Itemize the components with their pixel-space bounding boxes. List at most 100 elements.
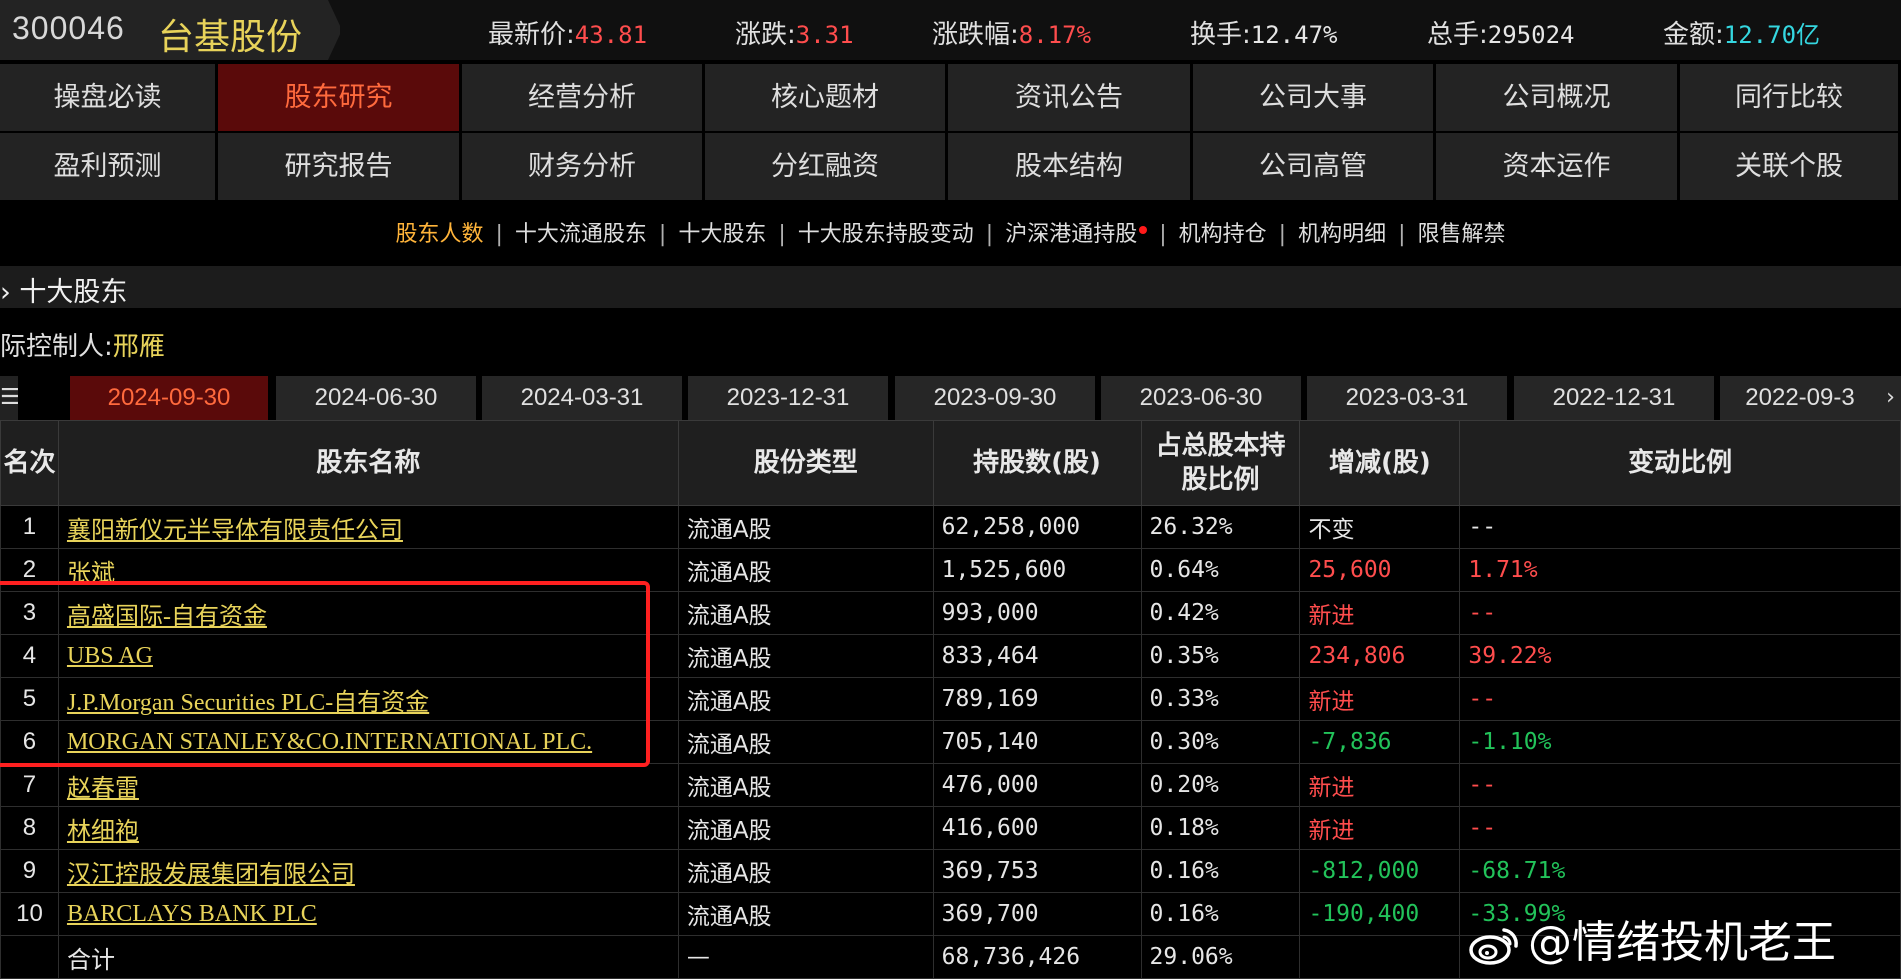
separator: | [985, 222, 994, 247]
separator: | [778, 222, 786, 247]
nav-button[interactable]: 核心题材 [705, 64, 948, 131]
quote-item: 金额:12.70亿 [1663, 14, 1820, 51]
quote-item: 总手:295024 [1427, 14, 1574, 51]
subnav-item[interactable]: 限售解禁 [1418, 222, 1506, 247]
cell-name[interactable]: 赵春雷 [57, 763, 679, 807]
subnav-item[interactable]: 十大流通股东 [515, 222, 647, 247]
quote-label: 涨跌: [735, 20, 796, 50]
quote-item: 涨跌:3.31 [735, 14, 854, 51]
quote-item: 最新价:43.81 [488, 14, 647, 51]
cell-name[interactable]: MORGAN STANLEY&CO.INTERNATIONAL PLC. [57, 720, 679, 764]
subnav-item[interactable]: 沪深港通持股 [1005, 222, 1137, 247]
cell-pct: 0.64% [1140, 548, 1301, 592]
column-header[interactable]: 名次 [0, 420, 59, 506]
cell-name: 合计 [57, 935, 679, 979]
nav-button[interactable]: 操盘必读 [0, 64, 218, 131]
date-tab[interactable]: 2023-12-31 [688, 376, 888, 420]
date-tab[interactable]: 2023-09-30 [895, 376, 1095, 420]
cell-pct: 0.35% [1140, 634, 1301, 678]
table-row: 7 赵春雷 流通A股 476,000 0.20% 新进 -- [0, 763, 1901, 807]
date-tab[interactable]: 2023-06-30 [1101, 376, 1301, 420]
subnav-item[interactable]: 机构持仓 [1179, 222, 1267, 247]
nav-button[interactable]: 公司概况 [1436, 64, 1680, 131]
quote-bar: 300046 台基股份 最新价:43.81 涨跌:3.31 涨跌幅:8.17% 换手:… [0, 0, 1901, 60]
table-row: 6 MORGAN STANLEY&CO.INTERNATIONAL PLC. 流通A… [0, 720, 1901, 764]
cell-name[interactable]: BARCLAYS BANK PLC [57, 892, 679, 936]
column-header[interactable]: 增减(股) [1299, 420, 1461, 506]
cell-rank [0, 935, 59, 979]
quote-item: 涨跌幅:8.17% [932, 14, 1091, 51]
cell-name[interactable]: 襄阳新仪元半导体有限责任公司 [57, 505, 679, 549]
cell-ratio: -68.71% [1459, 849, 1901, 893]
cell-pct: 0.18% [1140, 806, 1301, 850]
quote-item: 换手:12.47% [1190, 14, 1337, 51]
cell-change: 新进 [1299, 677, 1461, 721]
nav-button[interactable]: 资讯公告 [948, 64, 1193, 131]
cell-pct: 0.16% [1140, 892, 1301, 936]
subnav-item[interactable]: 股东人数 [395, 222, 483, 247]
nav-row-1: 操盘必读 股东研究 经营分析 核心题材 资讯公告 公司大事 公司概况 同行比较 [0, 64, 1901, 131]
cell-rank: 10 [0, 892, 59, 936]
cell-shares: 476,000 [932, 763, 1142, 807]
cell-ratio: -- [1459, 677, 1901, 721]
chevron-right-icon[interactable]: › [1880, 376, 1901, 420]
date-tab[interactable]: 2024-03-31 [482, 376, 682, 420]
watermark: @情绪投机老王 [1468, 906, 1836, 970]
column-header[interactable]: 股份类型 [677, 420, 934, 506]
cell-shares: 369,753 [932, 849, 1142, 893]
nav-button[interactable]: 研究报告 [218, 133, 462, 200]
cell-name[interactable]: J.P.Morgan Securities PLC-自有资金 [57, 677, 679, 721]
subnav-item[interactable]: 十大股东 [678, 222, 766, 247]
actual-controller: 际控制人:邢雁 [0, 326, 165, 363]
nav-button[interactable]: 经营分析 [462, 64, 705, 131]
subnav-item[interactable]: 十大股东持股变动 [798, 222, 974, 247]
cell-change: -190,400 [1299, 892, 1461, 936]
cell-change: 25,600 [1299, 548, 1461, 592]
nav-button[interactable]: 分红融资 [705, 133, 948, 200]
cell-ratio: -- [1459, 591, 1901, 635]
cell-name[interactable]: 林细袍 [57, 806, 679, 850]
date-tab[interactable]: 2022-09-3 [1720, 376, 1880, 420]
column-header[interactable]: 持股数(股) [932, 420, 1142, 506]
quote-value: 43.81 [574, 21, 648, 49]
cell-ratio: -- [1459, 505, 1901, 549]
quote-label: 换手: [1190, 20, 1251, 50]
quote-label: 总手: [1427, 20, 1488, 50]
table-row: 4 UBS AG 流通A股 833,464 0.35% 234,806 39.22% [0, 634, 1901, 678]
stock-name: 台基股份 [158, 17, 303, 58]
cell-rank: 8 [0, 806, 59, 850]
nav-button[interactable]: 公司大事 [1193, 64, 1436, 131]
cell-change: -812,000 [1299, 849, 1461, 893]
date-tab[interactable]: 2024-06-30 [276, 376, 476, 420]
column-header[interactable]: 变动比例 [1459, 420, 1901, 506]
menu-icon[interactable]: ☰ [0, 376, 20, 420]
nav-button[interactable]: 公司高管 [1193, 133, 1436, 200]
subnav-item[interactable]: 机构明细 [1298, 222, 1386, 247]
nav-button[interactable]: 股本结构 [948, 133, 1193, 200]
cell-change [1299, 935, 1461, 979]
cell-name[interactable]: 张斌 [57, 548, 679, 592]
cell-pct: 0.42% [1140, 591, 1301, 635]
cell-type: 流通A股 [677, 892, 934, 936]
quote-value: 12.47% [1250, 21, 1338, 49]
quote-label: 最新价: [488, 20, 575, 50]
nav-button[interactable]: 盈利预测 [0, 133, 218, 200]
cell-name[interactable]: 汉江控股发展集团有限公司 [57, 849, 679, 893]
cell-name[interactable]: UBS AG [57, 634, 679, 678]
date-tab[interactable]: 2023-03-31 [1307, 376, 1507, 420]
table-row: 5 J.P.Morgan Securities PLC-自有资金 流通A股 789,1… [0, 677, 1901, 721]
nav-button[interactable]: 资本运作 [1436, 133, 1680, 200]
cell-ratio: -- [1459, 806, 1901, 850]
date-tab[interactable]: 2024-09-30 [70, 376, 268, 420]
cell-rank: 2 [0, 548, 59, 592]
column-header[interactable]: 占总股本持股比例 [1140, 420, 1301, 506]
column-header[interactable]: 股东名称 [57, 420, 679, 506]
cell-type: 流通A股 [677, 634, 934, 678]
nav-button[interactable]: 同行比较 [1680, 64, 1901, 131]
nav-button[interactable]: 财务分析 [462, 133, 705, 200]
cell-name[interactable]: 高盛国际-自有资金 [57, 591, 679, 635]
nav-button[interactable]: 关联个股 [1680, 133, 1901, 200]
date-tab[interactable]: 2022-12-31 [1514, 376, 1714, 420]
quote-value: 295024 [1487, 21, 1575, 49]
nav-button[interactable]: 股东研究 [218, 64, 462, 131]
